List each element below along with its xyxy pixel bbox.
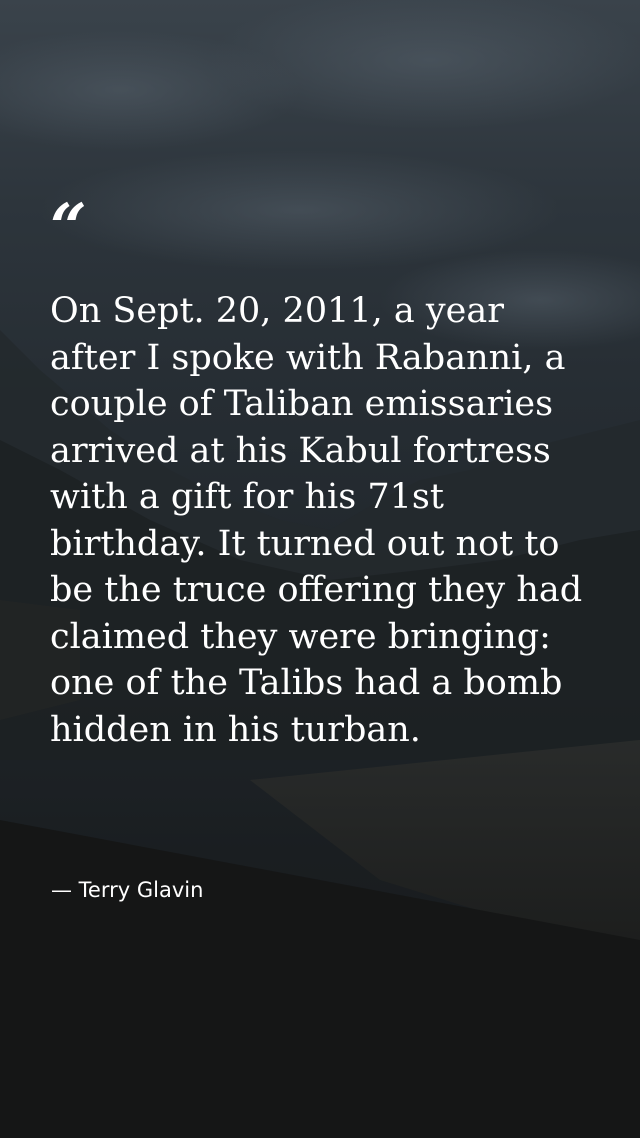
quote-card: “ On Sept. 20, 2011, a year after I spok…	[0, 0, 640, 1138]
cloud-shape	[40, 150, 560, 270]
quote-attribution: — Terry Glavin	[51, 878, 204, 902]
quote-mark-icon: “	[50, 190, 87, 265]
quote-text: On Sept. 20, 2011, a year after I spoke …	[50, 291, 583, 750]
